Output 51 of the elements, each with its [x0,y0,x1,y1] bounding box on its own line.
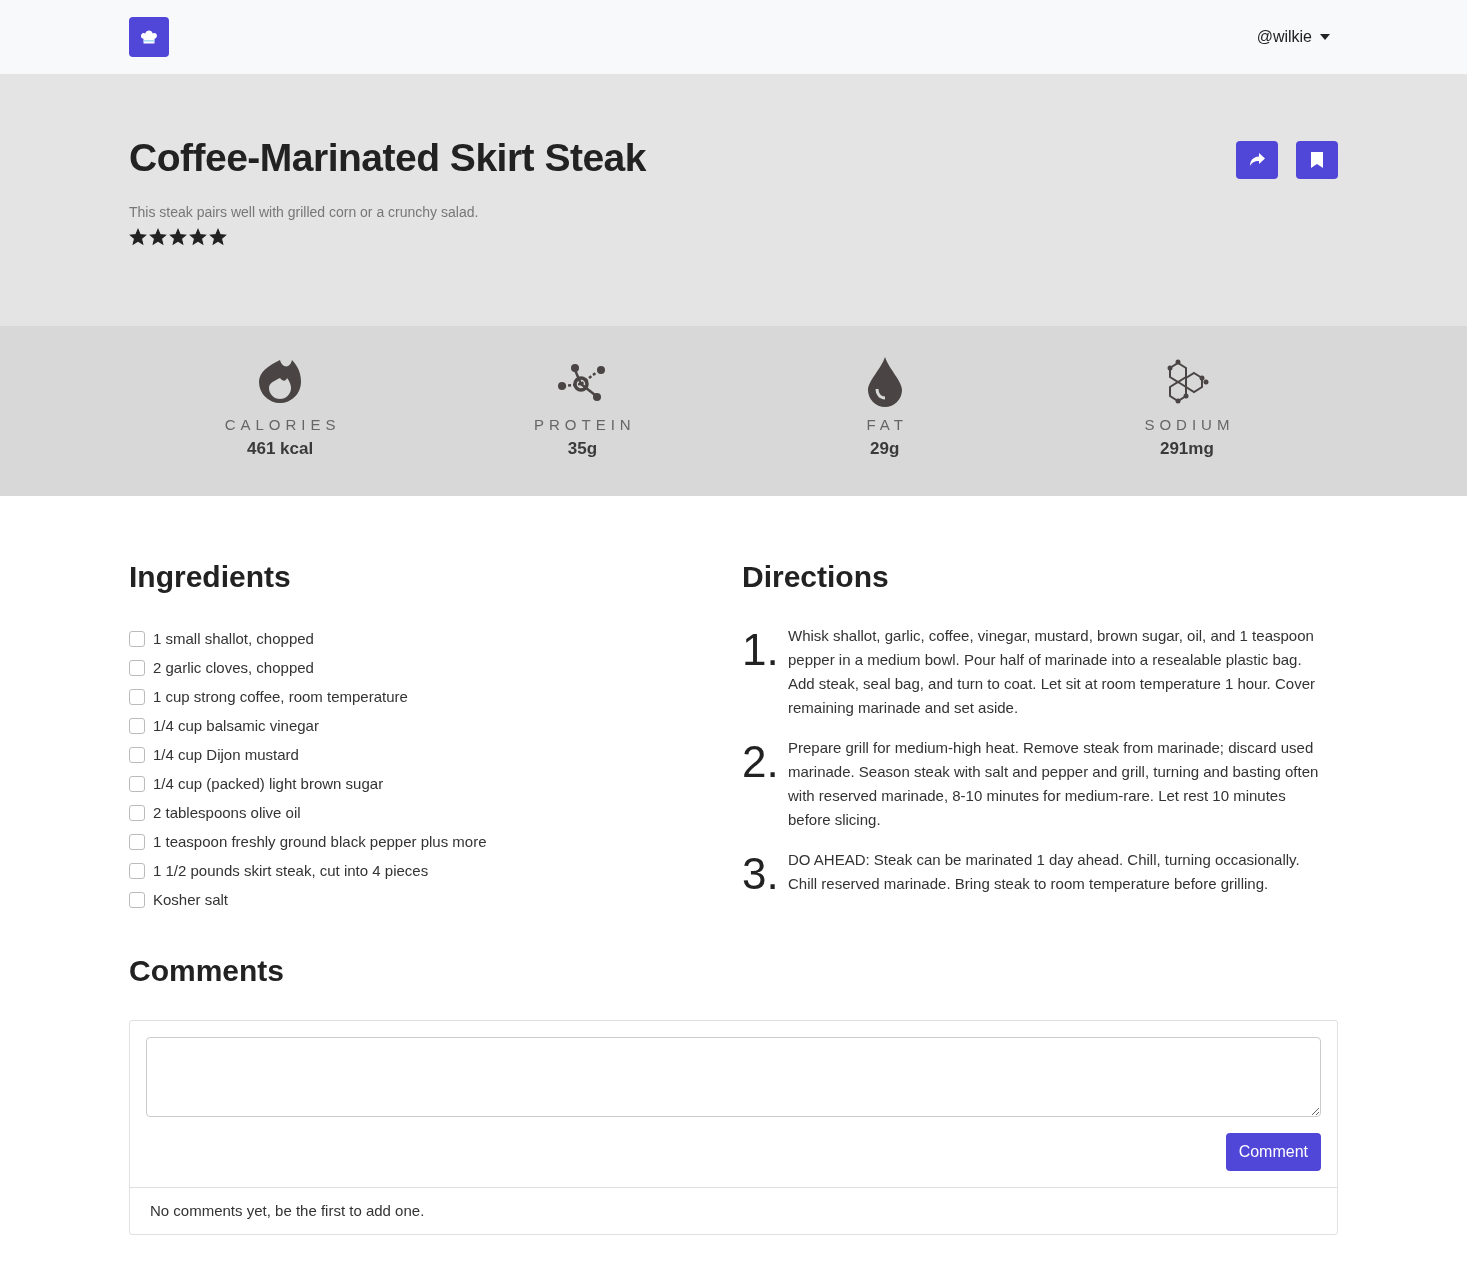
ingredient-checkbox[interactable] [129,688,145,705]
username: @wilkie [1256,28,1312,46]
nutrient-label: CALORIES [223,416,341,433]
ingredient-checkbox[interactable] [129,891,145,908]
nutrient-value: 291mg [1159,439,1214,459]
step-text: DO AHEAD: Steak can be marinated 1 day ahead. Chill, turning occasionally. Chill reserved marinade. Bring steak to room temperature before grilling. [788,850,1301,894]
ingredient-checkbox[interactable] [129,717,145,734]
ingredient-text: 1/4 cup Dijon mustard [153,746,299,763]
ingredients-heading: Ingredients [129,560,292,594]
nutrient-value: 29g [869,439,900,459]
nutrient-label: PROTEIN [533,416,636,433]
ingredient-text: 2 garlic cloves, chopped [153,659,314,676]
drop-icon [866,356,903,408]
user-menu[interactable]: @wilkie [1256,28,1330,46]
ingredient-text: 1/4 cup balsamic vinegar [153,717,319,734]
caret-icon [1320,34,1330,40]
ingredient-checkbox[interactable] [129,833,145,850]
bookmark-icon [1311,152,1323,168]
share-icon [1249,153,1265,167]
directions-heading: Directions [742,560,890,594]
recipe-title: Coffee-Marinated Skirt Steak [129,136,646,180]
ingredient-text: 2 tablespoons olive oil [153,804,301,821]
nutrient-value: 461 kcal [247,439,314,459]
bookmark-button[interactable] [1296,141,1338,179]
nutrient-value: 35g [567,439,597,459]
ingredient-checkbox[interactable] [129,746,145,763]
comments-heading: Comments [129,954,286,988]
nutrient-label: SODIUM [1143,416,1235,433]
ingredient-text: 1 small shallot, chopped [153,630,314,647]
step-number: 1. [742,624,778,676]
ingredient-text: Kosher salt [153,891,229,908]
ingredient-text: 1 cup strong coffee, room temperature [153,688,408,705]
ingredient-checkbox[interactable] [129,659,145,676]
comment-button[interactable]: Comment [1225,1133,1321,1171]
step-number: 3. [742,848,778,900]
step-text: Prepare grill for medium-high heat. Remove steak from marinade; discard used marinade. Season steak with salt and pepper and grill, turning and basting often with reserved marinade, 8-10 minutes for medium-rare. Let rest 10 minutes before slicing. [788,738,1320,830]
ingredient-checkbox[interactable] [129,862,145,879]
comment-field[interactable] [146,1037,1321,1117]
ingredient-checkbox[interactable] [129,630,145,647]
chef-hat-logo[interactable] [129,17,169,57]
step-number: 2. [742,736,778,788]
ingredient-text: 1/4 cup (packed) light brown sugar [153,775,384,792]
ingredient-text: 1 teaspoon freshly ground black pepper plus more [153,833,487,850]
nutrient-label: FAT [865,416,908,433]
share-button[interactable] [1236,141,1278,179]
ingredient-text: 1 1/2 pounds skirt steak, cut into 4 pieces [153,862,429,879]
recipe-description: This steak pairs well with grilled corn or a crunchy salad. [129,204,480,220]
step-text: Whisk shallot, garlic, coffee, vinegar, mustard, brown sugar, oil, and 1 teaspoon pepper in a medium bowl. Pour half of marinade into a resealable plastic bag. Add steak, seal bag, and turn to coat. Let sit at room temperature 1 hour. Cover remaining marinade and set aside. [788,626,1316,718]
empty-comments-message: No comments yet, be the first to add one. [150,1202,425,1219]
ingredient-checkbox[interactable] [129,804,145,821]
ingredient-checkbox[interactable] [129,775,145,792]
